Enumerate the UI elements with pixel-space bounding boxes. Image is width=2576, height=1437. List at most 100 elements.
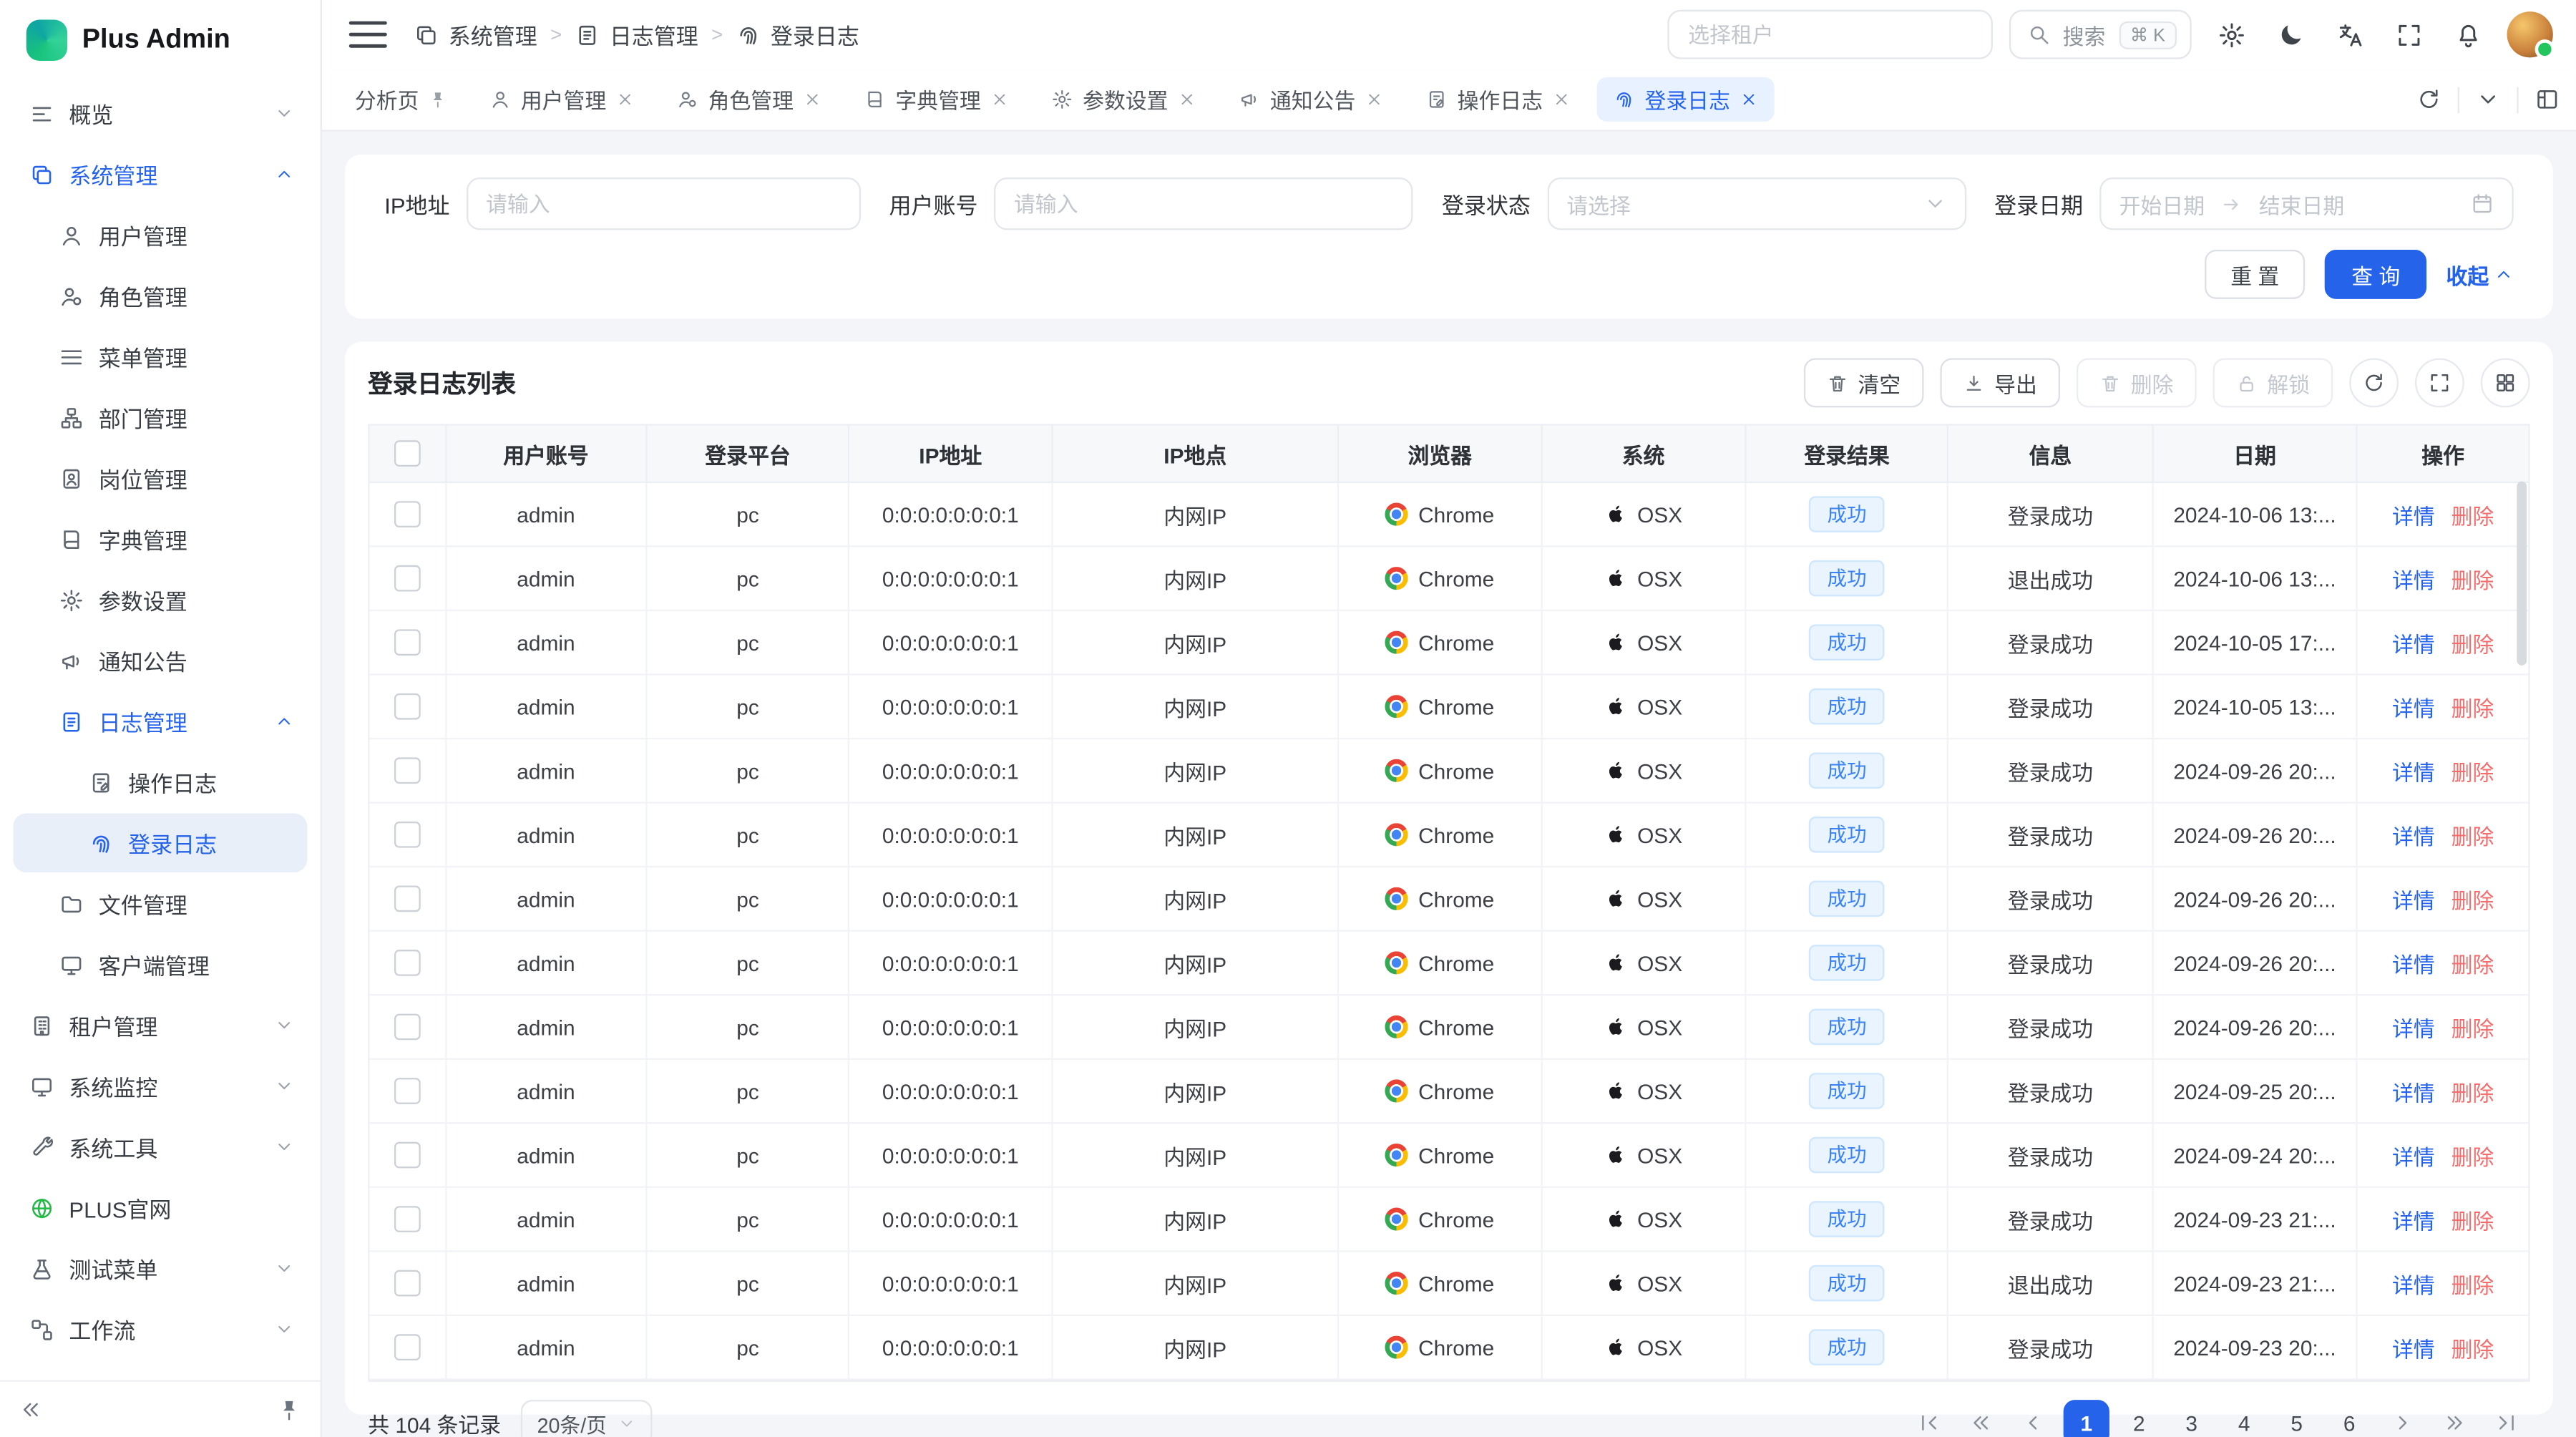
delete-link[interactable]: 删除: [2451, 632, 2494, 656]
detail-link[interactable]: 详情: [2392, 760, 2435, 784]
refresh-icon[interactable]: [2416, 87, 2441, 112]
prev-page-button[interactable]: [2011, 1400, 2057, 1437]
reset-button[interactable]: 重 置: [2204, 250, 2305, 299]
sidebar-item-dept-management[interactable]: 部门管理: [13, 388, 307, 447]
delete-link[interactable]: 删除: [2451, 1081, 2494, 1105]
tab-dict-management[interactable]: 字典管理: [848, 77, 1025, 122]
breadcrumb-item[interactable]: 日志管理: [575, 18, 698, 51]
tenant-select-input[interactable]: [1667, 10, 1992, 59]
search-button[interactable]: 搜索 ⌘ K: [2009, 10, 2192, 59]
delete-button[interactable]: 删除: [2077, 359, 2197, 408]
row-checkbox[interactable]: [394, 758, 421, 784]
delete-link[interactable]: 删除: [2451, 952, 2494, 976]
sidebar-item-param-settings[interactable]: 参数设置: [13, 570, 307, 630]
unlock-button[interactable]: 解锁: [2213, 359, 2333, 408]
close-icon[interactable]: [1740, 90, 1758, 108]
row-checkbox[interactable]: [394, 1142, 421, 1169]
table-scrollbar[interactable]: [2517, 482, 2527, 1374]
close-icon[interactable]: [991, 90, 1009, 108]
close-icon[interactable]: [1365, 90, 1383, 108]
bell-button[interactable]: [2444, 11, 2490, 57]
jump-forward-button[interactable]: [2431, 1400, 2477, 1437]
delete-link[interactable]: 删除: [2451, 1016, 2494, 1041]
detail-link[interactable]: 详情: [2392, 888, 2435, 912]
sidebar-item-test-menu[interactable]: 测试菜单: [13, 1239, 307, 1298]
row-checkbox[interactable]: [394, 1335, 421, 1361]
fullscreen-button[interactable]: [2386, 11, 2431, 57]
delete-link[interactable]: 删除: [2451, 1209, 2494, 1233]
detail-link[interactable]: 详情: [2392, 1209, 2435, 1233]
close-icon[interactable]: [1553, 90, 1571, 108]
sidebar-item-dict-management[interactable]: 字典管理: [13, 510, 307, 569]
close-icon[interactable]: [804, 90, 821, 108]
sidebar-item-log-management[interactable]: 日志管理: [13, 692, 307, 751]
row-checkbox[interactable]: [394, 694, 421, 721]
delete-link[interactable]: 删除: [2451, 1272, 2494, 1297]
sidebar-item-client-management[interactable]: 客户端管理: [13, 935, 307, 994]
translate-button[interactable]: [2326, 11, 2372, 57]
next-page-button[interactable]: [2379, 1400, 2424, 1437]
jump-back-button[interactable]: [1958, 1400, 2004, 1437]
breadcrumb-item[interactable]: 登录日志: [736, 18, 859, 51]
row-checkbox[interactable]: [394, 1014, 421, 1041]
account-input[interactable]: [994, 177, 1413, 230]
sidebar-item-user-management[interactable]: 用户管理: [13, 205, 307, 265]
delete-link[interactable]: 删除: [2451, 696, 2494, 720]
page-button-3[interactable]: 3: [2169, 1400, 2215, 1437]
gear-button[interactable]: [2208, 11, 2254, 57]
sidebar-item-system-management[interactable]: 系统管理: [13, 145, 307, 204]
sidebar-item-notice[interactable]: 通知公告: [13, 631, 307, 691]
clear-button[interactable]: 清空: [1804, 359, 1924, 408]
breadcrumb-item[interactable]: 系统管理: [414, 18, 537, 51]
row-checkbox[interactable]: [394, 630, 421, 656]
detail-link[interactable]: 详情: [2392, 952, 2435, 976]
delete-link[interactable]: 删除: [2451, 1144, 2494, 1169]
delete-link[interactable]: 删除: [2451, 888, 2494, 912]
row-checkbox[interactable]: [394, 565, 421, 592]
detail-link[interactable]: 详情: [2392, 696, 2435, 720]
row-checkbox[interactable]: [394, 950, 421, 977]
sidebar-collapse-icon[interactable]: [20, 1398, 43, 1421]
detail-link[interactable]: 详情: [2392, 568, 2435, 592]
status-select[interactable]: 请选择: [1547, 177, 1966, 230]
page-button-2[interactable]: 2: [2116, 1400, 2162, 1437]
sidebar-item-tenant-management[interactable]: 租户管理: [13, 995, 307, 1055]
row-checkbox[interactable]: [394, 502, 421, 528]
row-checkbox[interactable]: [394, 822, 421, 849]
last-page-button[interactable]: [2484, 1400, 2529, 1437]
row-checkbox[interactable]: [394, 1270, 421, 1297]
page-button-5[interactable]: 5: [2274, 1400, 2320, 1437]
moon-button[interactable]: [2267, 11, 2313, 57]
select-all-checkbox[interactable]: [394, 441, 421, 467]
sidebar-item-menu-management[interactable]: 菜单管理: [13, 327, 307, 386]
row-checkbox[interactable]: [394, 1078, 421, 1105]
detail-link[interactable]: 详情: [2392, 1272, 2435, 1297]
row-checkbox[interactable]: [394, 886, 421, 912]
scrollbar-thumb[interactable]: [2517, 482, 2527, 666]
detail-link[interactable]: 详情: [2392, 1016, 2435, 1041]
sidebar-item-operation-log[interactable]: 操作日志: [13, 753, 307, 812]
detail-link[interactable]: 详情: [2392, 1144, 2435, 1169]
tab-login-log[interactable]: 登录日志: [1597, 77, 1775, 122]
sidebar-item-post-management[interactable]: 岗位管理: [13, 449, 307, 508]
pin-icon[interactable]: [429, 90, 447, 108]
sidebar-item-login-log[interactable]: 登录日志: [13, 813, 307, 872]
ip-input[interactable]: [466, 177, 860, 230]
tab-notice[interactable]: 通知公告: [1222, 77, 1400, 122]
sidebar-item-workflow[interactable]: 工作流: [13, 1300, 307, 1359]
tab-operation-log[interactable]: 操作日志: [1410, 77, 1587, 122]
refresh-button[interactable]: [2349, 359, 2399, 408]
delete-link[interactable]: 删除: [2451, 824, 2494, 848]
sidebar-item-plus-website[interactable]: PLUS官网: [13, 1178, 307, 1237]
tab-analysis[interactable]: 分析页: [338, 77, 464, 122]
date-range-picker[interactable]: 开始日期 结束日期: [2099, 177, 2514, 230]
layout-icon[interactable]: [2535, 87, 2560, 112]
page-button-1[interactable]: 1: [2064, 1400, 2109, 1437]
sidebar-item-file-management[interactable]: 文件管理: [13, 874, 307, 933]
sidebar-pin-icon[interactable]: [278, 1398, 301, 1421]
chev-down-icon[interactable]: [2476, 87, 2500, 112]
sidebar-item-system-tools[interactable]: 系统工具: [13, 1117, 307, 1177]
detail-link[interactable]: 详情: [2392, 504, 2435, 528]
page-button-6[interactable]: 6: [2326, 1400, 2372, 1437]
detail-link[interactable]: 详情: [2392, 632, 2435, 656]
